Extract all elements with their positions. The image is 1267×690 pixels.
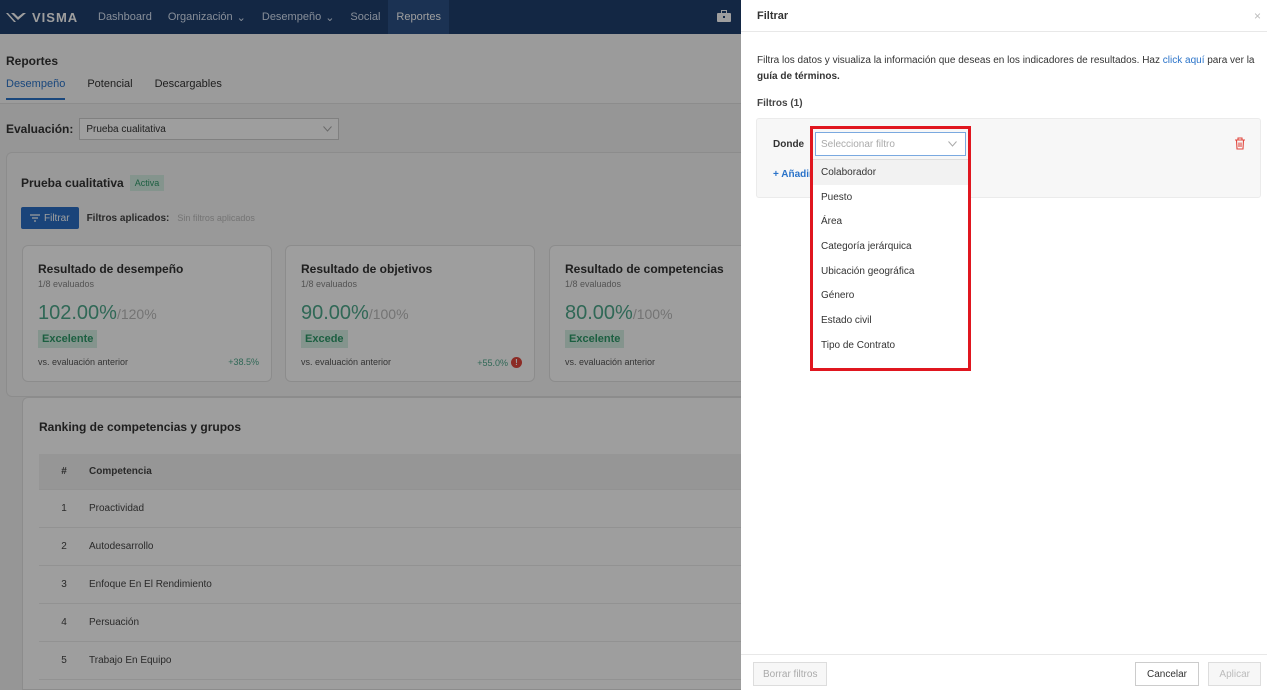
filters-count: Filtros (1) <box>757 98 803 109</box>
option-estado-civil[interactable]: Estado civil <box>812 308 969 333</box>
guide-terms: guía de términos. <box>757 71 840 82</box>
apply-button[interactable]: Aplicar <box>1208 662 1261 686</box>
modal-overlay[interactable] <box>0 0 741 690</box>
add-filter-button[interactable]: + Añadir <box>773 169 813 180</box>
clear-filters-button[interactable]: Borrar filtros <box>753 662 828 686</box>
option-genero[interactable]: Género <box>812 283 969 308</box>
trash-icon[interactable] <box>1234 137 1246 150</box>
drawer-header: Filtrar × <box>741 0 1267 32</box>
cancel-button[interactable]: Cancelar <box>1134 662 1199 686</box>
drawer-title: Filtrar <box>757 9 789 22</box>
option-area[interactable]: Área <box>812 209 969 234</box>
filter-select-placeholder: Seleccionar filtro <box>821 138 895 150</box>
guide-link[interactable]: click aquí <box>1163 55 1205 66</box>
drawer-description: Filtra los datos y visualiza la informac… <box>757 55 1255 82</box>
option-tipo-de-contrato[interactable]: Tipo de Contrato <box>812 333 969 358</box>
donde-label: Donde <box>773 139 805 150</box>
chevron-down-icon <box>948 141 957 147</box>
option-ubicacion-geografica[interactable]: Ubicación geográfica <box>812 259 969 284</box>
close-icon[interactable]: × <box>1254 9 1261 23</box>
drawer-footer: Borrar filtros Cancelar Aplicar <box>741 654 1267 690</box>
filter-dropdown-menu: Colaborador Puesto Área Categoría jerárq… <box>811 159 970 370</box>
option-categoria-jerarquica[interactable]: Categoría jerárquica <box>812 234 969 259</box>
option-colaborador[interactable]: Colaborador <box>812 160 969 185</box>
filter-select[interactable]: Seleccionar filtro <box>815 132 966 156</box>
option-puesto[interactable]: Puesto <box>812 185 969 210</box>
